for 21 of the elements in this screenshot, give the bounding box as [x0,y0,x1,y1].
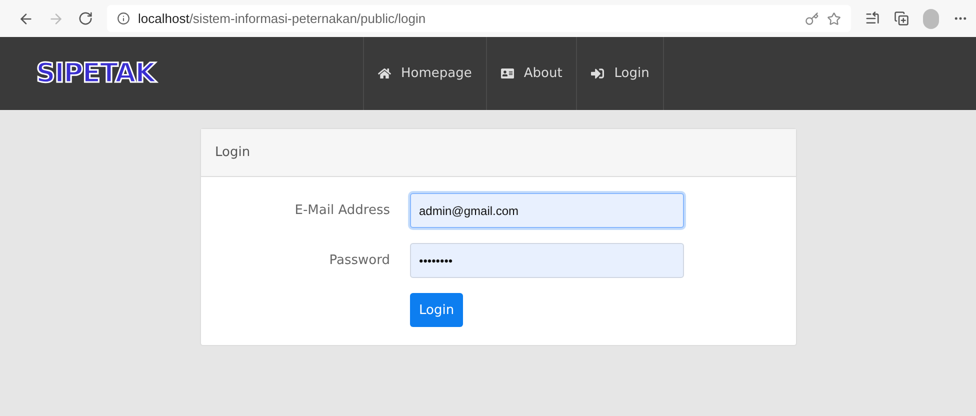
nav-link[interactable]: Homepage [363,37,486,110]
back-icon[interactable] [18,10,34,26]
login-button[interactable]: Login [410,293,464,327]
url-text: localhost/sistem-informasi-peternakan/public/login [138,11,426,26]
home-icon [378,67,391,80]
nav-link[interactable]: Login [576,37,664,110]
key-icon[interactable] [805,12,819,26]
nav-link[interactable]: About [486,37,576,110]
card-title: Login [215,145,250,160]
sign-in-icon [591,67,604,80]
favorites-icon[interactable] [865,11,880,26]
star-icon[interactable] [827,12,841,26]
collections-icon[interactable] [894,11,909,26]
input-field[interactable]: •••••••• [410,243,684,278]
input-field[interactable]: admin@gmail.com [410,193,684,228]
address-bar[interactable]: localhost/sistem-informasi-peternakan/public/login [107,5,851,32]
field-label: Password [328,253,390,268]
info-icon[interactable] [117,12,130,25]
field-label: E-Mail Address [294,203,390,218]
id-card-icon [500,67,514,80]
reload-icon[interactable] [78,11,93,26]
